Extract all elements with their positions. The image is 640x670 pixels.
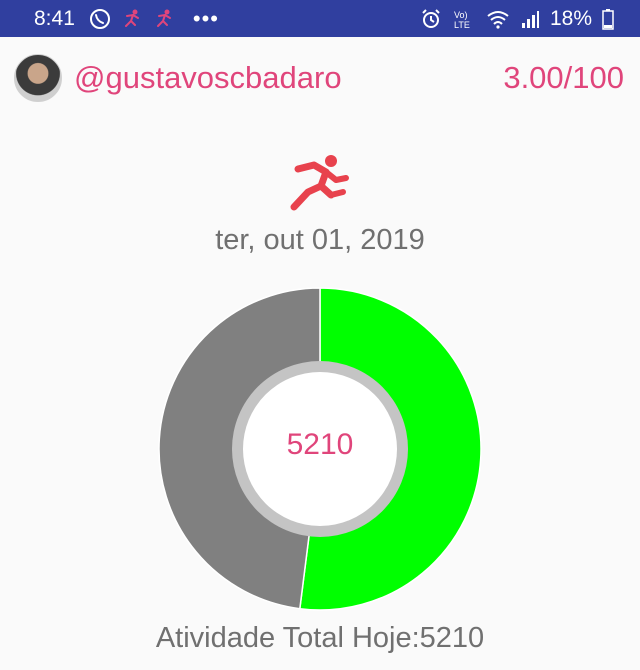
volte-icon: Vo) LTE [452, 8, 476, 30]
signal-icon [520, 9, 540, 29]
whatsapp-icon [89, 8, 111, 30]
score-value: 3.00/100 [503, 60, 624, 95]
username: @gustavoscbadaro [74, 60, 342, 95]
runner-icon [288, 152, 352, 217]
activity-date: ter, out 01, 2019 [215, 224, 425, 256]
status-time: 8:41 [34, 6, 75, 30]
more-notifications-icon: ••• [192, 5, 219, 31]
alarm-icon [420, 8, 442, 30]
total-activity-label: Atividade Total Hoje:5210 [155, 622, 485, 654]
runner-notification-icon [153, 8, 175, 30]
wifi-icon [486, 9, 510, 29]
user-profile[interactable]: @gustavoscbadaro [14, 54, 342, 102]
runner-notification-icon [121, 8, 143, 30]
status-bar: 8:41 ••• Vo) LTE 18% [0, 0, 640, 37]
avatar[interactable] [14, 54, 62, 102]
battery-percentage: 18% [549, 6, 592, 30]
svg-text:LTE: LTE [454, 20, 470, 30]
donut-center-value: 5210 [286, 428, 354, 461]
battery-icon [602, 8, 614, 30]
profile-header: @gustavoscbadaro 3.00/100 [0, 50, 640, 106]
svg-text:Vo): Vo) [454, 10, 468, 20]
